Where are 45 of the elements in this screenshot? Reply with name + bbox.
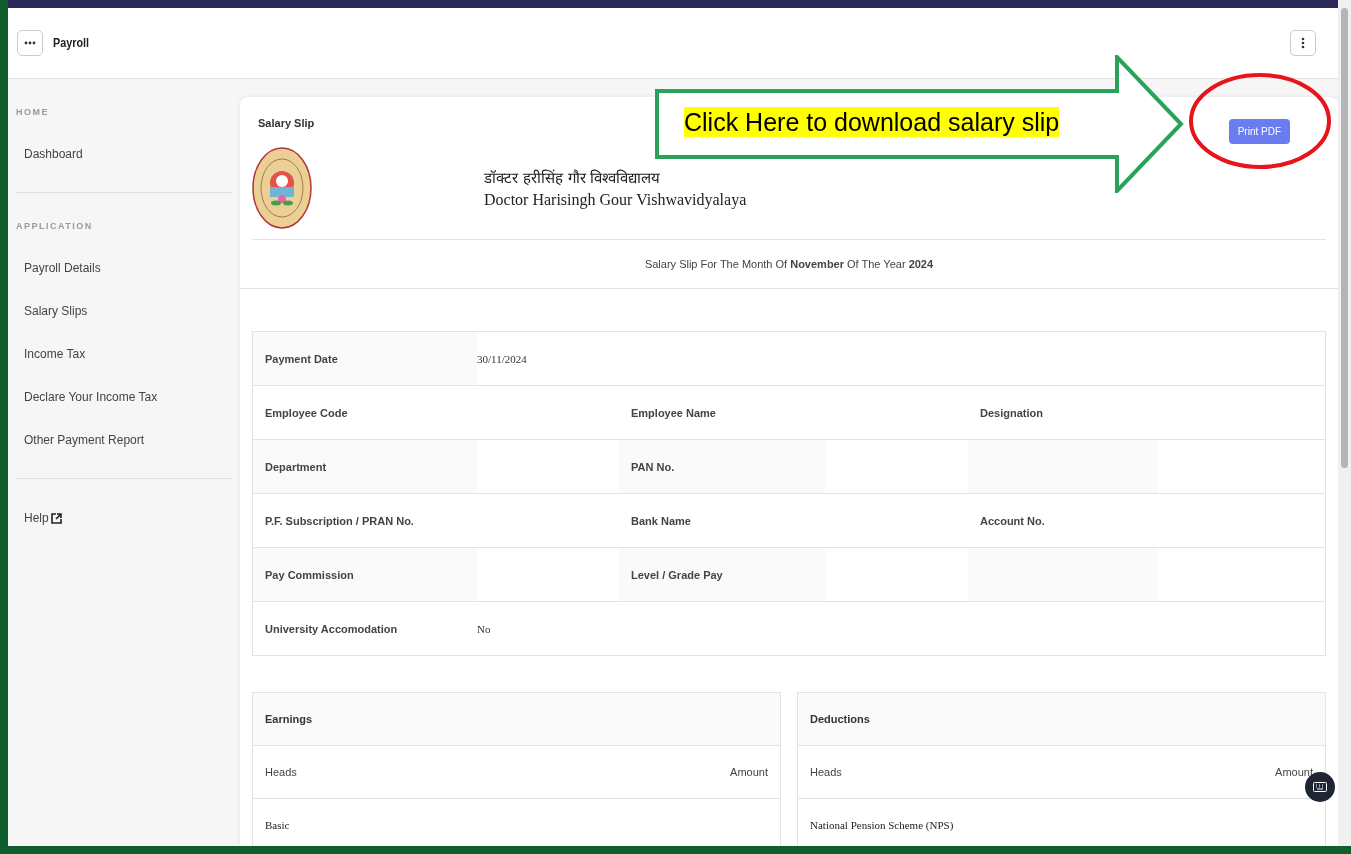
- field-label: Account No.: [979, 513, 1046, 529]
- field-label: Payment Date: [253, 332, 477, 385]
- table-cell: Basic: [265, 819, 290, 831]
- column-header: Heads: [265, 766, 297, 778]
- column-header: Amount: [730, 766, 768, 778]
- section-heading: APPLICATION: [16, 220, 94, 233]
- sidebar-item[interactable]: Dashboard: [16, 133, 232, 176]
- more-icon: [24, 41, 36, 45]
- external-link-icon: [50, 512, 62, 524]
- field-label: Pay Commission: [253, 548, 477, 601]
- field-label: Designation: [979, 405, 1044, 421]
- field-label: Employee Name: [630, 405, 717, 421]
- column-header: Heads: [810, 766, 842, 778]
- field-label: Level / Grade Pay: [619, 548, 825, 601]
- field-label: Bank Name: [630, 513, 692, 529]
- university-name: Doctor Harisingh Gour Vishwavidyalaya: [484, 191, 747, 209]
- print-pdf-button[interactable]: Print PDF: [1228, 118, 1290, 144]
- table-title: Deductions: [810, 713, 870, 725]
- page-title: Payroll: [53, 36, 90, 50]
- slip-period: Salary Slip For The Month Of November Of The Year 2024: [644, 258, 934, 270]
- university-seal-icon: [252, 147, 312, 229]
- column-header: Amount: [1275, 766, 1313, 778]
- kebab-icon: [1301, 37, 1305, 49]
- sidebar-item[interactable]: Salary Slips: [16, 290, 232, 333]
- field-label: P.F. Subscription / PRAN No.: [264, 513, 415, 529]
- field-label: Department: [253, 440, 477, 493]
- field-label: University Accomodation: [264, 621, 399, 637]
- card-title: Salary Slip: [258, 117, 315, 129]
- sidebar-item[interactable]: Other Payment Report: [16, 419, 232, 462]
- field-label: Employee Code: [264, 405, 349, 421]
- sidebar-item[interactable]: Help: [16, 487, 232, 540]
- more-button[interactable]: [17, 30, 43, 56]
- table-title: Earnings: [265, 713, 313, 725]
- keyboard-icon: [1313, 782, 1327, 792]
- field-label: PAN No.: [619, 440, 825, 493]
- menu-button[interactable]: [1290, 30, 1316, 56]
- university-name-hindi: डॉक्टर हरीसिंह गौर विश्वविद्यालय: [484, 168, 662, 187]
- callout-text: Click Here to download salary slip: [684, 107, 1060, 137]
- sidebar-item[interactable]: Income Tax: [16, 333, 232, 376]
- sidebar-item[interactable]: Payroll Details: [16, 247, 232, 290]
- section-heading: HOME: [16, 106, 50, 119]
- sidebar-item[interactable]: Declare Your Income Tax: [16, 376, 232, 419]
- field-value: No: [477, 622, 491, 635]
- table-cell: National Pension Scheme (NPS): [810, 819, 954, 831]
- field-value: 30/11/2024: [477, 352, 527, 365]
